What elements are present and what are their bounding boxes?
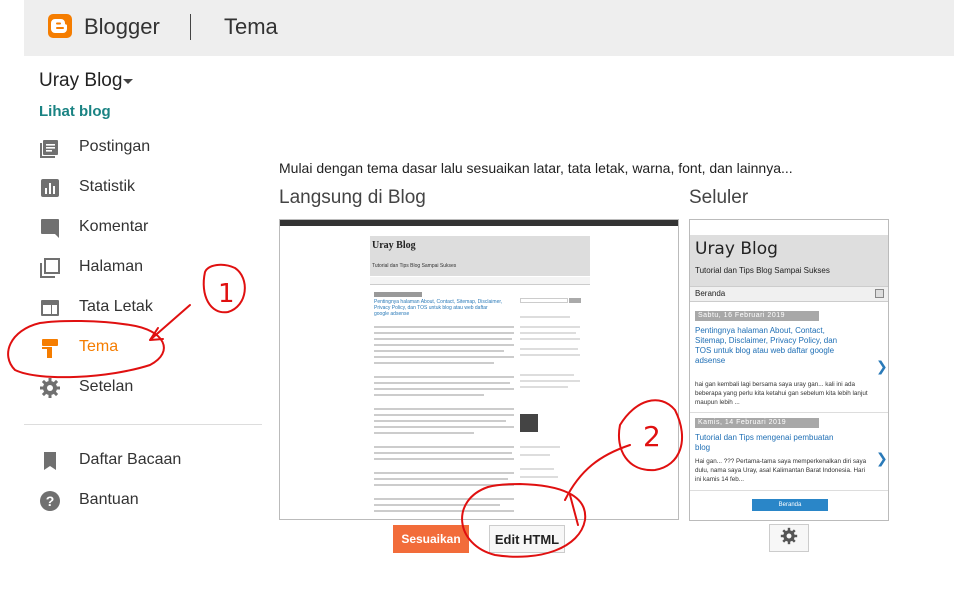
sidebar-item-halaman[interactable]: Halaman	[39, 254, 259, 282]
preview-blog-body: Pentingnya halaman About, Contact, Sitem…	[370, 286, 590, 519]
comments-icon	[39, 217, 61, 239]
mobile-post-title: Pentingnya halaman About, Contact, Sitem…	[695, 326, 838, 365]
customize-button[interactable]: Sesuaikan	[393, 525, 469, 553]
page-title: Tema	[224, 14, 278, 39]
sidebar-item-daftar-bacaan[interactable]: Daftar Bacaan	[39, 447, 259, 475]
sidebar-item-label: Daftar Bacaan	[79, 451, 182, 468]
mobile-theme-preview[interactable]: Uray Blog Tutorial dan Tips Blog Sampai …	[689, 219, 889, 521]
sidebar-item-tema[interactable]: Tema	[39, 334, 259, 362]
brand-name: Blogger	[84, 14, 160, 39]
sidebar-item-label: Komentar	[79, 218, 149, 235]
sidebar-item-label: Tata Letak	[79, 298, 153, 315]
mobile-settings-button[interactable]	[769, 524, 809, 552]
preview-blog-tagline: Tutorial dan Tips Blog Sampai Sukses	[372, 263, 457, 269]
mobile-preview-title: Seluler	[689, 187, 749, 208]
paint-roller-icon	[39, 337, 61, 359]
sidebar-item-tata-letak[interactable]: Tata Letak	[39, 294, 259, 322]
chevron-right-icon: ❯	[876, 358, 888, 374]
preview-navbar	[280, 220, 678, 226]
top-header: Blogger Tema	[24, 0, 954, 56]
header-divider	[190, 14, 191, 40]
sidebar-item-statistik[interactable]: Statistik	[39, 174, 259, 202]
mobile-post-excerpt: Hai gan... ??? Pertama-tama saya memperk…	[695, 458, 867, 483]
preview-blog-title: Uray Blog	[372, 240, 416, 251]
gear-icon	[780, 527, 798, 550]
blogger-logo-icon[interactable]	[48, 14, 72, 38]
chevron-right-icon: ❯	[876, 450, 888, 466]
sidebar-item-label: Halaman	[79, 258, 144, 275]
sidebar-item-komentar[interactable]: Komentar	[39, 214, 259, 242]
sidebar-item-postingan[interactable]: Postingan	[39, 134, 259, 162]
mobile-post-excerpt: hai gan kembali lagi bersama saya uray g…	[695, 381, 868, 406]
mobile-post-divider	[690, 412, 888, 413]
sidebar-item-label: Bantuan	[79, 491, 139, 508]
blog-selector[interactable]: Uray Blog	[39, 70, 122, 92]
preview-tabs	[370, 277, 590, 285]
mobile-blog-title: Uray Blog	[695, 239, 778, 259]
edit-html-button[interactable]: Edit HTML	[489, 525, 565, 553]
sidebar-item-bantuan[interactable]: ? Bantuan	[39, 487, 259, 515]
mobile-menu-label: Beranda	[695, 289, 726, 298]
mobile-blog-header: Uray Blog Tutorial dan Tips Blog Sampai …	[690, 235, 888, 287]
chevron-down-icon[interactable]	[123, 79, 133, 84]
sidebar-item-label: Postingan	[79, 138, 151, 155]
sidebar-item-label: Tema	[79, 338, 119, 355]
sidebar-item-setelan[interactable]: Setelan	[39, 374, 259, 402]
posts-icon	[39, 137, 61, 159]
sidebar-item-label: Statistik	[79, 178, 136, 195]
mobile-menu-bar: Beranda	[690, 286, 888, 302]
stats-icon	[39, 177, 61, 199]
sidebar-item-label: Setelan	[79, 378, 134, 395]
preview-post-title: Pentingnya halaman About, Contact, Sitem…	[374, 299, 503, 317]
mobile-post-title: Tutorial dan Tips mengenai pembuatan blo…	[695, 433, 834, 452]
help-icon: ?	[39, 490, 61, 512]
preview-search-button	[569, 298, 581, 303]
dropdown-icon	[875, 289, 884, 298]
desktop-theme-preview[interactable]: Uray Blog Tutorial dan Tips Blog Sampai …	[279, 219, 679, 520]
intro-text: Mulai dengan tema dasar lalu sesuaikan l…	[279, 160, 793, 176]
preview-date-bar	[374, 292, 422, 297]
preview-profile-photo	[520, 414, 538, 432]
view-blog-link[interactable]: Lihat blog	[39, 103, 111, 120]
preview-blog-header: Uray Blog Tutorial dan Tips Blog Sampai …	[370, 236, 590, 276]
desktop-preview-title: Langsung di Blog	[279, 187, 426, 208]
sidebar-divider	[24, 424, 262, 425]
mobile-post-date: Kamis, 14 Februari 2019	[695, 418, 819, 428]
mobile-post-date: Sabtu, 16 Februari 2019	[695, 311, 819, 321]
pages-icon	[39, 257, 61, 279]
mobile-home-button: Beranda	[752, 499, 828, 511]
gear-icon	[39, 377, 61, 399]
preview-search-box	[520, 298, 568, 303]
layout-icon	[39, 297, 61, 319]
svg-text:?: ?	[46, 493, 55, 509]
bookmark-icon	[39, 450, 61, 472]
mobile-blog-tagline: Tutorial dan Tips Blog Sampai Sukses	[695, 266, 830, 275]
mobile-post-divider	[690, 490, 888, 491]
